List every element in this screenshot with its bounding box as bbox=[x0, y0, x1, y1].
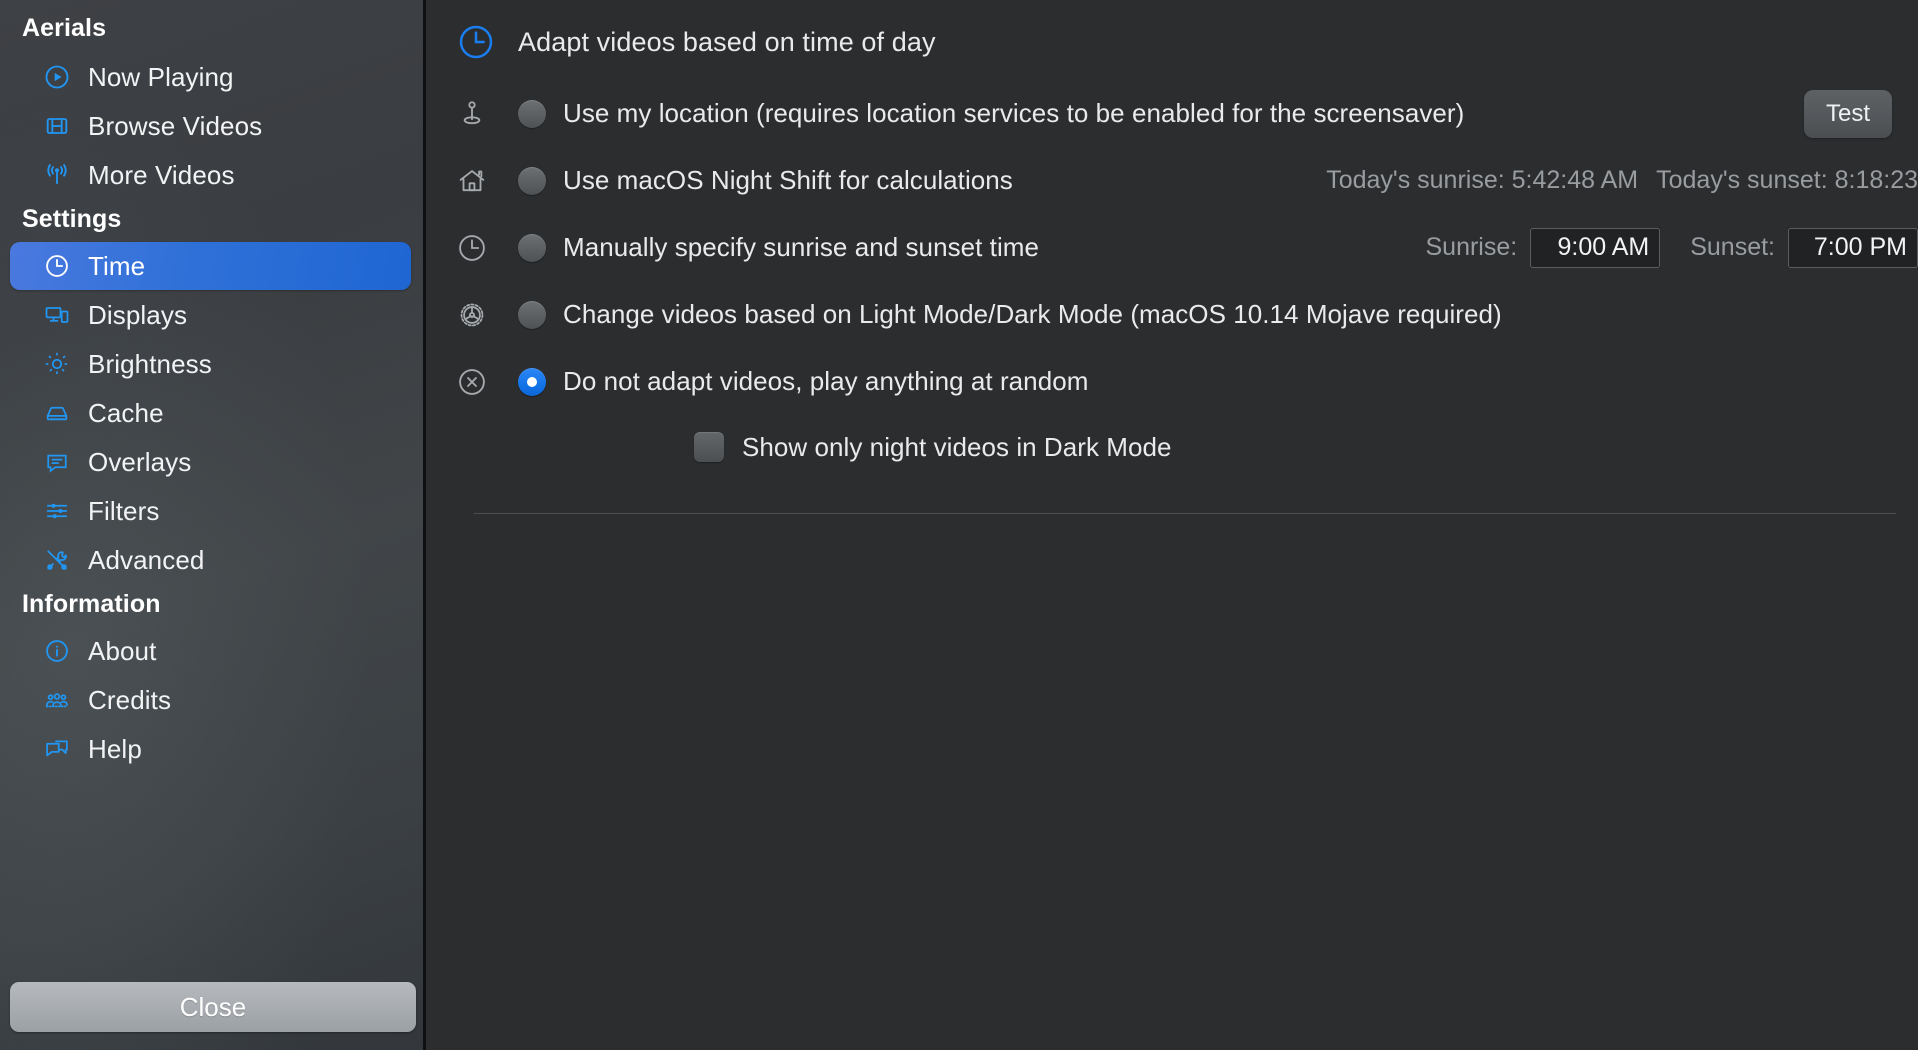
sidebar-item-label: Cache bbox=[88, 397, 164, 428]
sidebar-item-label: More Videos bbox=[88, 159, 235, 190]
clock-icon bbox=[456, 22, 496, 62]
sunset-info-text: Today's sunset: 8:18:23 bbox=[1656, 166, 1918, 194]
sunset-field-label: Sunset: bbox=[1690, 233, 1775, 261]
option-row-light-dark-mode: Change videos based on Light Mode/Dark M… bbox=[426, 281, 1918, 348]
sidebar-item-help[interactable]: Help bbox=[10, 725, 411, 773]
option-label: Change videos based on Light Mode/Dark M… bbox=[563, 299, 1502, 329]
sliders-icon bbox=[40, 496, 74, 526]
sunrise-time-input[interactable] bbox=[1530, 227, 1661, 268]
sidebar-item-credits[interactable]: Credits bbox=[10, 676, 411, 724]
sidebar: Aerials Now Playing Browse Videos More V… bbox=[0, 0, 426, 1050]
section-divider bbox=[474, 513, 1896, 514]
sidebar-item-cache[interactable]: Cache bbox=[10, 389, 411, 437]
option-label: Do not adapt videos, play anything at ra… bbox=[563, 366, 1089, 396]
message-icon bbox=[40, 447, 74, 477]
drive-icon bbox=[40, 398, 74, 428]
sidebar-item-label: Time bbox=[88, 250, 146, 281]
sunrise-info-text: Today's sunrise: 5:42:48 AM bbox=[1326, 166, 1639, 194]
row-right-controls: Test bbox=[1803, 89, 1918, 138]
close-button[interactable]: Close bbox=[10, 982, 416, 1032]
radio-manual-sunrise-sunset[interactable] bbox=[518, 233, 546, 262]
checkbox-row-show-night-videos: Show only night videos in Dark Mode bbox=[426, 415, 1918, 479]
option-row-use-night-shift: Use macOS Night Shift for calculations T… bbox=[426, 147, 1918, 214]
sidebar-item-label: Advanced bbox=[88, 544, 205, 575]
gear-icon bbox=[450, 293, 494, 337]
sidebar-item-advanced[interactable]: Advanced bbox=[10, 536, 411, 584]
sunset-time-input[interactable] bbox=[1788, 227, 1918, 268]
sidebar-item-about[interactable]: About bbox=[10, 627, 411, 675]
time-options-group: Use my location (requires location servi… bbox=[426, 80, 1918, 479]
test-button[interactable]: Test bbox=[1803, 89, 1892, 138]
sidebar-item-browse-videos[interactable]: Browse Videos bbox=[10, 102, 411, 150]
row-right-time-fields: Sunrise: Sunset: bbox=[1425, 227, 1918, 268]
sidebar-item-label: Help bbox=[88, 733, 142, 764]
sidebar-item-overlays[interactable]: Overlays bbox=[10, 438, 411, 486]
settings-pane: Adapt videos based on time of day Use my… bbox=[426, 0, 1918, 1050]
sidebar-item-label: Displays bbox=[88, 299, 188, 330]
option-label: Manually specify sunrise and sunset time bbox=[563, 232, 1040, 262]
pane-title: Adapt videos based on time of day bbox=[518, 26, 936, 57]
pane-header: Adapt videos based on time of day bbox=[426, 0, 1918, 62]
sidebar-item-label: Overlays bbox=[88, 446, 192, 477]
chat-help-icon bbox=[40, 734, 74, 764]
displays-icon bbox=[40, 300, 74, 330]
sunrise-field-label: Sunrise: bbox=[1425, 233, 1518, 261]
checkbox-label: Show only night videos in Dark Mode bbox=[742, 431, 1172, 462]
sidebar-item-label: Filters bbox=[88, 495, 160, 526]
sidebar-item-label: Now Playing bbox=[88, 61, 234, 92]
preferences-window: Aerials Now Playing Browse Videos More V… bbox=[0, 0, 1918, 1050]
x-circle-icon bbox=[450, 360, 494, 404]
broadcast-icon bbox=[40, 160, 74, 190]
sidebar-group-title-information: Information bbox=[22, 590, 161, 618]
sidebar-item-label: Brightness bbox=[88, 348, 212, 379]
tools-icon bbox=[40, 545, 74, 575]
people-icon bbox=[40, 685, 74, 715]
sidebar-item-brightness[interactable]: Brightness bbox=[10, 340, 411, 388]
option-label: Use my location (requires location servi… bbox=[563, 98, 1465, 128]
radio-use-my-location[interactable] bbox=[518, 99, 546, 128]
film-icon bbox=[40, 111, 74, 141]
option-row-do-not-adapt: Do not adapt videos, play anything at ra… bbox=[426, 348, 1918, 415]
show-night-videos-checkbox[interactable] bbox=[694, 432, 724, 462]
info-circle-icon bbox=[40, 636, 74, 666]
sidebar-item-more-videos[interactable]: More Videos bbox=[10, 151, 411, 199]
clock-icon bbox=[40, 251, 74, 281]
radio-light-dark-mode[interactable] bbox=[518, 300, 546, 329]
option-label: Use macOS Night Shift for calculations bbox=[563, 165, 1013, 195]
option-row-manual-sunrise-sunset: Manually specify sunrise and sunset time… bbox=[426, 214, 1918, 281]
radio-do-not-adapt[interactable] bbox=[518, 367, 546, 396]
sidebar-item-time[interactable]: Time bbox=[10, 242, 411, 290]
sidebar-item-displays[interactable]: Displays bbox=[10, 291, 411, 339]
row-right-sun-info: Today's sunrise: 5:42:48 AM Today's suns… bbox=[1326, 166, 1918, 195]
sidebar-item-filters[interactable]: Filters bbox=[10, 487, 411, 535]
sidebar-group-title-settings: Settings bbox=[22, 205, 122, 233]
location-pin-icon bbox=[450, 92, 494, 136]
play-circle-icon bbox=[40, 62, 74, 92]
sidebar-item-label: Browse Videos bbox=[88, 110, 263, 141]
sidebar-group-title-aerials: Aerials bbox=[22, 14, 107, 42]
clock-icon bbox=[450, 226, 494, 270]
sidebar-item-label: Credits bbox=[88, 684, 172, 715]
sidebar-item-label: About bbox=[88, 635, 157, 666]
house-icon bbox=[450, 159, 494, 203]
radio-use-night-shift[interactable] bbox=[518, 166, 546, 195]
brightness-icon bbox=[40, 349, 74, 379]
option-row-use-my-location: Use my location (requires location servi… bbox=[426, 80, 1918, 147]
sidebar-item-now-playing[interactable]: Now Playing bbox=[10, 53, 411, 101]
